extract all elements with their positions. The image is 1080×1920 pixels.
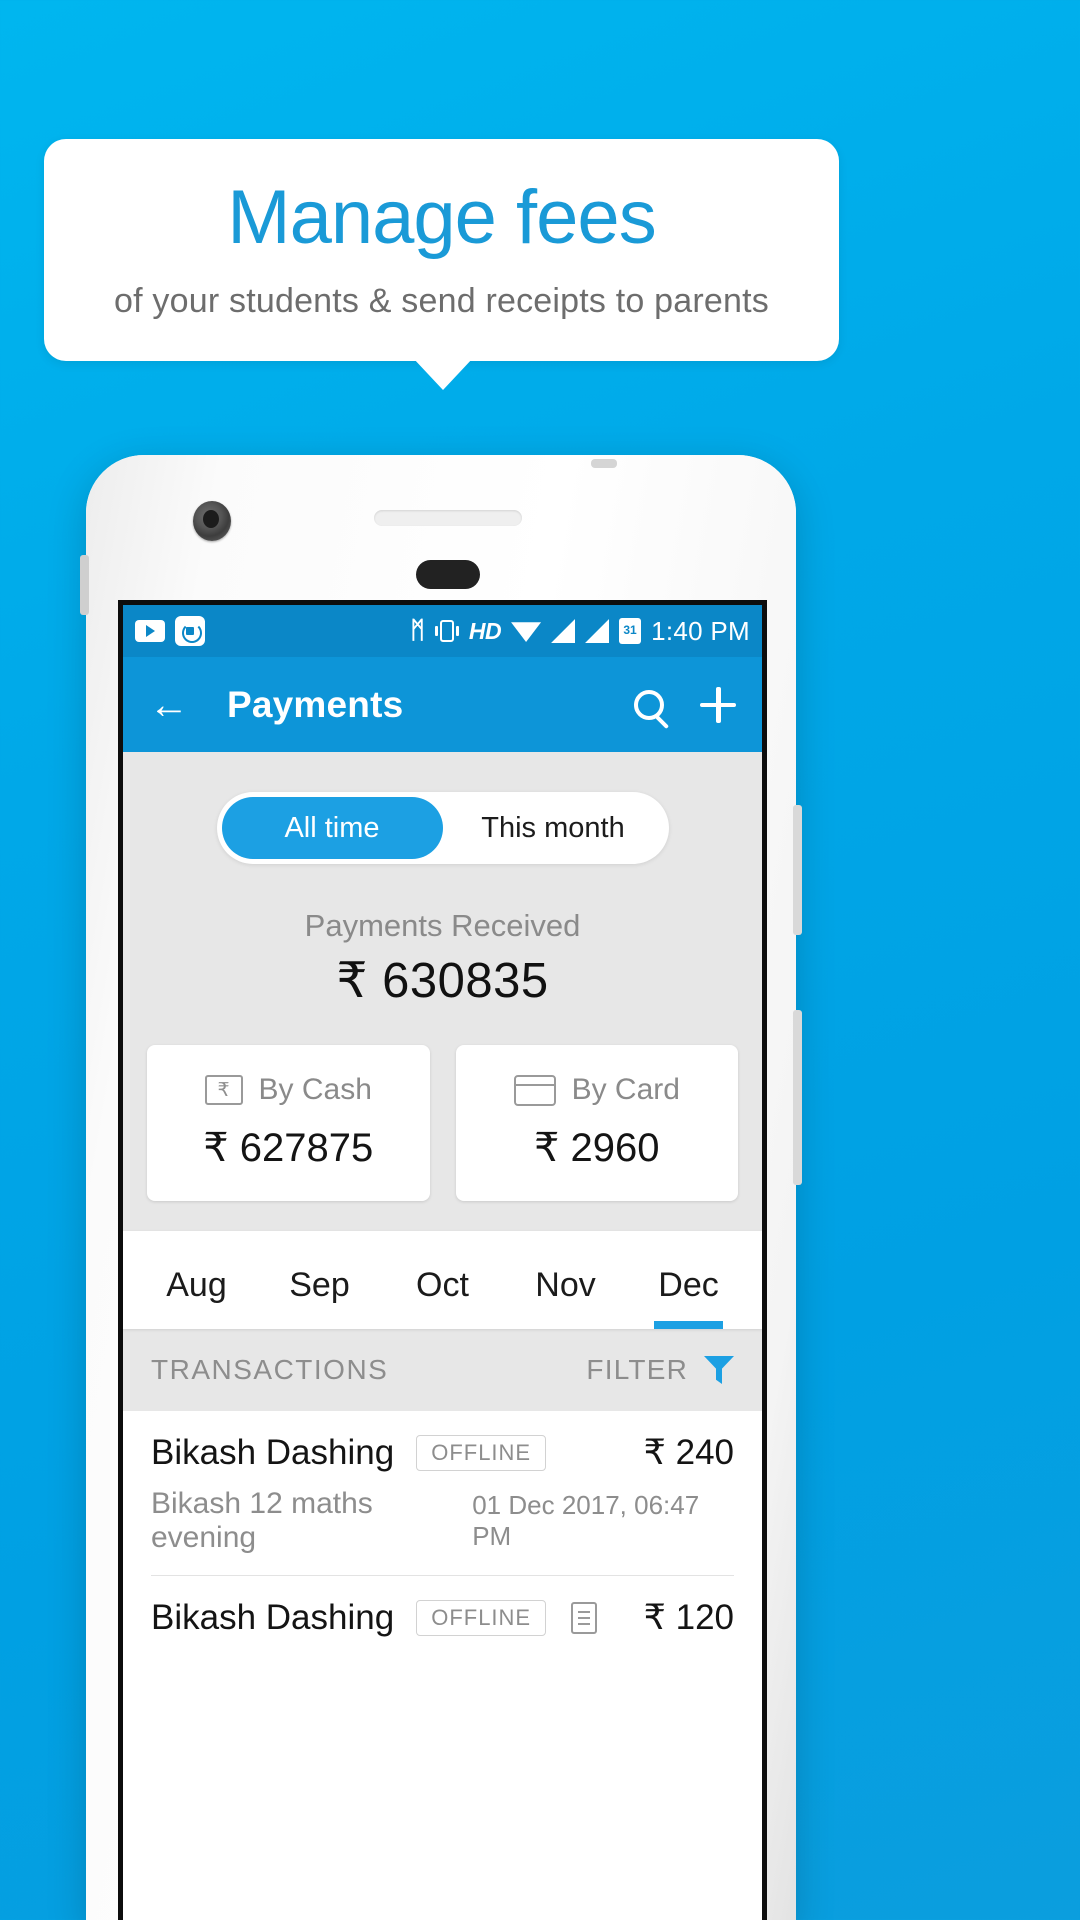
hd-icon: HD — [468, 617, 502, 644]
front-camera-icon — [193, 501, 231, 541]
tab-nov[interactable]: Nov — [504, 1266, 627, 1329]
rupee-glyph: ₹ — [217, 1079, 230, 1101]
headline-title: Manage fees — [227, 174, 656, 260]
filter-label: FILTER — [586, 1354, 688, 1385]
screen-recorder-icon — [175, 616, 205, 646]
headline-callout: Manage fees of your students & send rece… — [44, 139, 839, 361]
vibrate-icon — [434, 620, 459, 642]
tab-dec-label: Dec — [658, 1266, 719, 1304]
tab-oct[interactable]: Oct — [381, 1266, 504, 1329]
power-button[interactable] — [793, 1010, 802, 1185]
volume-button[interactable] — [793, 805, 802, 935]
transaction-primary-line: Bikash Dashing OFFLINE ₹ 120 — [151, 1598, 734, 1638]
payment-method-cards: ₹ By Cash ₹ 627875 By Card ₹ 2960 — [123, 1009, 762, 1231]
tab-dec[interactable]: Dec — [627, 1266, 750, 1329]
transactions-list: Bikash Dashing OFFLINE ₹ 240 Bikash 12 m… — [123, 1411, 762, 1672]
signal-icon — [551, 619, 576, 643]
status-badge: OFFLINE — [416, 1600, 547, 1636]
transaction-secondary-line: Bikash 12 maths evening 01 Dec 2017, 06:… — [151, 1473, 734, 1576]
tab-aug[interactable]: Aug — [135, 1266, 258, 1329]
status-bar-clock: 1:40 PM — [651, 615, 750, 646]
by-cash-card[interactable]: ₹ By Cash ₹ 627875 — [147, 1045, 430, 1201]
by-cash-card-head: ₹ By Cash — [147, 1073, 430, 1107]
transactions-header: TRANSACTIONS FILTER — [123, 1329, 762, 1411]
transactions-label: TRANSACTIONS — [151, 1354, 389, 1385]
plus-icon[interactable] — [700, 686, 736, 723]
transaction-description: Bikash 12 maths evening — [151, 1487, 373, 1554]
table-row[interactable]: Bikash Dashing OFFLINE ₹ 240 Bikash 12 m… — [123, 1411, 762, 1576]
by-card-amount: ₹ 2960 — [533, 1126, 660, 1170]
receipt-icon[interactable] — [570, 1602, 597, 1634]
transaction-name: Bikash Dashing — [151, 1433, 395, 1472]
youtube-icon — [135, 620, 165, 642]
sim-icon: 31 — [619, 618, 642, 644]
status-bar-left — [135, 616, 205, 646]
sensor-strip — [416, 560, 480, 589]
tab-active-indicator — [654, 1321, 723, 1329]
status-badge: OFFLINE — [416, 1435, 547, 1471]
time-range-toggle: All time This month — [216, 792, 669, 864]
callout-tail — [413, 358, 473, 390]
earpiece-speaker — [374, 510, 522, 526]
by-card-card[interactable]: By Card ₹ 2960 — [455, 1045, 739, 1201]
by-card-label: By Card — [571, 1073, 680, 1106]
segment-all-time[interactable]: All time — [221, 797, 443, 859]
tab-aug-label: Aug — [166, 1266, 227, 1304]
page-title: Payments — [227, 683, 404, 725]
transaction-name: Bikash Dashing — [151, 1598, 395, 1637]
credit-card-icon — [513, 1074, 556, 1106]
wifi-icon — [511, 622, 542, 642]
bluetooth-icon: ᛗ — [410, 617, 425, 644]
transaction-amount: ₹ 240 — [643, 1433, 734, 1472]
status-bar: ᛗ HD 31 1:40 PM — [123, 605, 762, 657]
funnel-icon — [704, 1356, 734, 1384]
headline-subtitle: of your students & send receipts to pare… — [114, 281, 769, 320]
phone-screen: ᛗ HD 31 1:40 PM ← Payments All time This… — [118, 600, 767, 1920]
phone-mockup: ᛗ HD 31 1:40 PM ← Payments All time This… — [80, 455, 802, 1920]
by-cash-label: By Cash — [258, 1073, 372, 1106]
by-card-card-head: By Card — [456, 1073, 739, 1107]
segment-this-month[interactable]: This month — [443, 797, 664, 859]
filter-button[interactable]: FILTER — [586, 1354, 734, 1386]
tab-sep[interactable]: Sep — [258, 1266, 381, 1329]
table-row[interactable]: Bikash Dashing OFFLINE ₹ 120 — [123, 1576, 762, 1672]
month-tab-bar: Aug Sep Oct Nov Dec — [123, 1231, 762, 1329]
summary-section: All time This month Payments Received ₹ … — [123, 752, 762, 1231]
app-bar-actions — [634, 686, 736, 723]
transaction-primary-line: Bikash Dashing OFFLINE ₹ 240 — [151, 1433, 734, 1473]
payments-received-amount: ₹ 630835 — [336, 954, 549, 1008]
status-bar-right: ᛗ HD 31 1:40 PM — [410, 616, 750, 647]
sim-label: 31 — [623, 623, 637, 637]
search-icon[interactable] — [634, 689, 664, 720]
transaction-date: 01 Dec 2017, 06:47 PM — [472, 1490, 700, 1551]
tab-oct-label: Oct — [416, 1266, 469, 1304]
transaction-amount: ₹ 120 — [643, 1598, 734, 1637]
rupee-note-icon: ₹ — [204, 1075, 243, 1105]
back-arrow-icon[interactable]: ← — [149, 685, 193, 725]
by-cash-amount: ₹ 627875 — [203, 1126, 374, 1170]
left-side-button[interactable] — [80, 555, 89, 615]
tab-nov-label: Nov — [535, 1266, 596, 1304]
top-antenna-slot — [591, 459, 617, 468]
payments-received-label: Payments Received — [304, 908, 581, 943]
app-bar: ← Payments — [123, 657, 762, 752]
transaction-secondary-line — [151, 1638, 734, 1672]
tab-sep-label: Sep — [289, 1266, 350, 1304]
signal-icon — [585, 619, 610, 643]
